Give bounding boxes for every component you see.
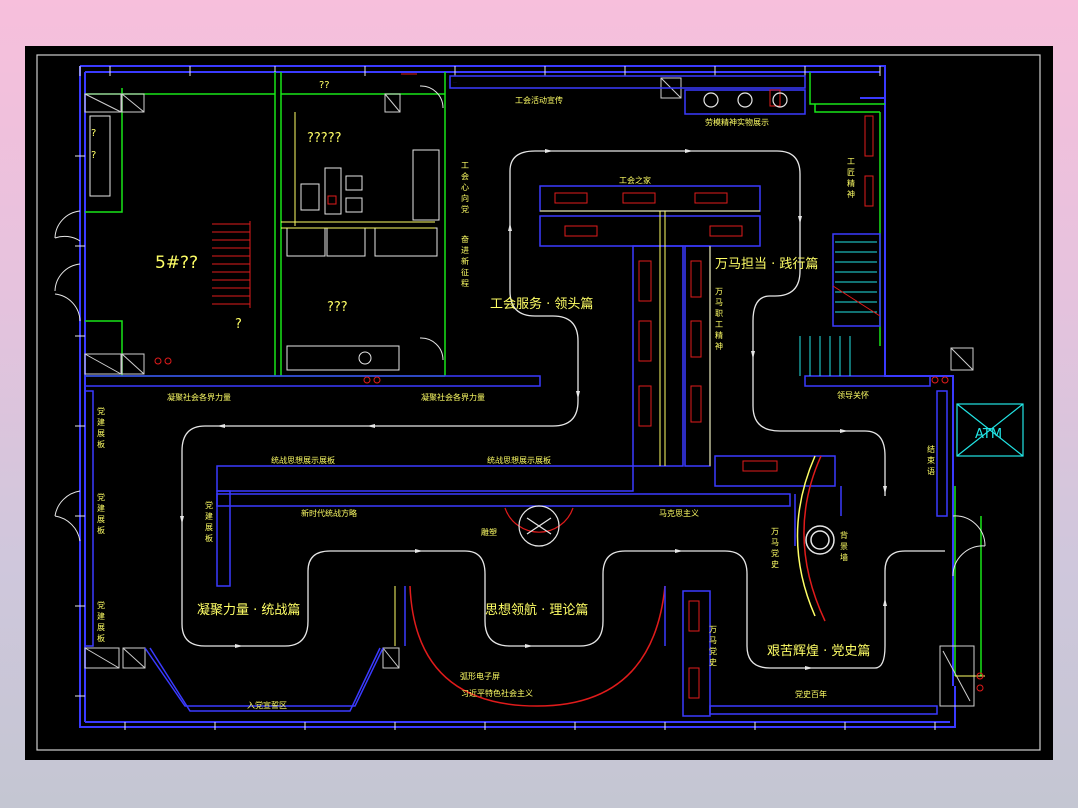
vertical-labels: 工会心向党 奋进新征程 工匠精神 万马职工精神 党建展板 党建展板 党建展板 党… <box>97 157 935 667</box>
label-new-journey: 奋进新征程 <box>461 234 469 288</box>
backdrop-wall <box>794 455 842 622</box>
door-arcs <box>54 85 986 577</box>
fire-symbols <box>154 73 984 692</box>
label-union-heart: 工会心向党 <box>461 161 469 214</box>
label-unite-hall: 凝聚力量 · 统战篇 <box>197 602 300 618</box>
label-union-activity-promo: 工会活动宣传 <box>515 95 563 105</box>
label-reception: ????? <box>307 131 342 146</box>
label-united-front-1: 统战思想展示展板 <box>271 455 335 465</box>
label-wanma-party-history: 万马党史 <box>771 527 779 569</box>
label-union-home: 工会之家 <box>619 175 651 185</box>
label-top-small-room: ?? <box>319 80 330 91</box>
label-new-era-strategy: 新时代统战方略 <box>301 508 357 518</box>
label-service-hall: 工会服务 · 领头篇 <box>490 296 593 312</box>
label-side-mark-a: ? <box>91 128 96 139</box>
label-side-mark-b: ? <box>91 150 96 161</box>
sculpture <box>504 505 574 547</box>
label-new-member-area: 入党宣誓区 <box>247 700 287 710</box>
label-atm: ATM <box>975 427 1002 442</box>
label-labor-spirit-display: 劳模精神实物展示 <box>705 117 769 127</box>
label-wanma-hall: 万马担当 · 践行篇 <box>715 257 818 272</box>
label-party-board-3: 党建展板 <box>205 500 213 543</box>
label-craftsman-spirit: 工匠精神 <box>847 157 855 199</box>
yellow-outlines <box>294 112 985 677</box>
label-unite-force-1: 凝聚社会各界力量 <box>167 392 231 402</box>
floor-plan: ?? ????? 5#?? ? ??? ? ? 工会活动宣传 劳模精神实物展示 … <box>36 54 1041 751</box>
label-party-board-1: 党建展板 <box>97 406 105 449</box>
label-room-5: 5#?? <box>155 253 198 273</box>
label-sculpture: 雕塑 <box>481 527 497 537</box>
label-staff-spirit: 万马职工精神 <box>715 287 723 351</box>
cad-drawing-canvas: ?? ????? 5#?? ? ??? ? ? 工会活动宣传 劳模精神实物展示 … <box>25 46 1053 760</box>
label-party-board-2: 党建展板 <box>97 492 105 535</box>
visitor-route <box>181 150 945 669</box>
furniture <box>286 149 440 371</box>
labels: ?? ????? 5#?? ? ??? ? ? 工会活动宣传 劳模精神实物展示 … <box>91 80 1002 710</box>
route-arrows <box>180 149 887 670</box>
label-unite-force-2: 凝聚社会各界力量 <box>421 392 485 402</box>
stairs-left <box>212 221 251 308</box>
office-rooms <box>85 72 446 377</box>
exhibit-circles <box>703 92 788 108</box>
label-thought-hall: 思想领航 · 理论篇 <box>485 602 588 618</box>
label-united-front-2: 统战思想展示展板 <box>487 455 551 465</box>
label-e-screen: 弧形电子屏 <box>460 671 500 681</box>
label-socialism: 习近平特色社会主义 <box>461 688 533 698</box>
reception-desk <box>281 221 435 229</box>
label-backdrop-wall: 背景墙 <box>840 530 848 562</box>
label-leader-care: 领导关怀 <box>837 390 869 400</box>
right-rooms <box>809 72 982 676</box>
label-ending-wall: 结束语 <box>927 444 935 476</box>
label-party-century: 党史百年 <box>795 689 827 699</box>
label-room-lower: ??? <box>327 300 348 315</box>
label-party-history-hall: 艰苦辉煌 · 党史篇 <box>767 643 870 659</box>
label-party-board-4: 党建展板 <box>97 600 105 643</box>
label-marxism: 马克思主义 <box>659 508 699 518</box>
label-room-5-mark: ? <box>235 317 242 332</box>
